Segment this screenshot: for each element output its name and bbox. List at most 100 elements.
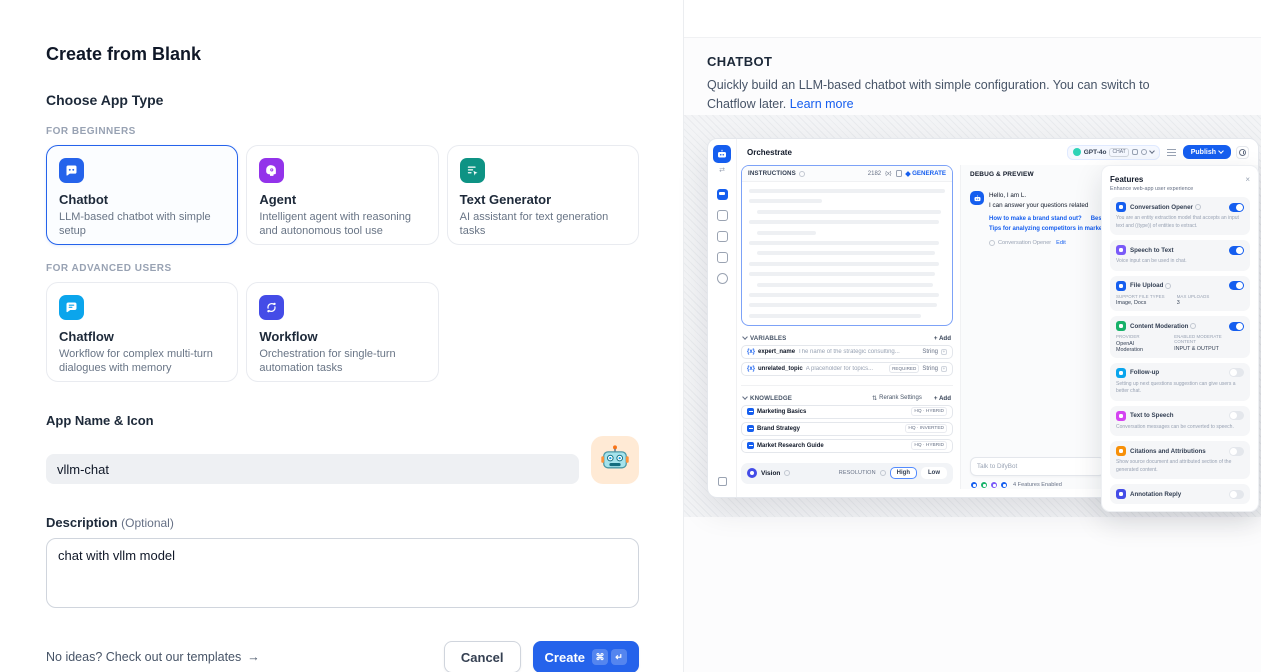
chevron-down-icon [1149,148,1155,154]
annotations-nav-icon [717,252,728,263]
choose-app-type-label: Choose App Type [46,92,639,108]
publish-button: Publish [1183,145,1231,159]
info-icon [799,171,805,177]
right-header-strip [684,0,1261,38]
dataset-icon [747,425,754,432]
preview-sidebar: ⇄ [708,139,737,497]
description-input[interactable]: chat with vllm model [46,538,639,608]
divider [741,385,953,386]
preview-topbar: Orchestrate GPT-4o CHAT Publish [737,139,1258,165]
feature-toggle [1229,246,1244,255]
card-title: Agent [259,192,425,207]
chat-mode-badge: CHAT [1109,148,1128,157]
required-badge: REQUIRED [889,364,919,373]
robot-emoji-icon [600,444,630,477]
copy-icon [896,170,902,177]
speech-feature-icon [990,481,998,489]
knowledge-row: Brand Strategy HQ · INVERTED [741,422,953,436]
knowledge-row: Market Research Guide HQ · HYBRID [741,439,953,453]
card-title: Workflow [259,329,425,344]
arrow-right-icon: → [247,650,260,664]
app-type-card-chatbot[interactable]: Chatbot LLM-based chatbot with simple se… [46,145,238,245]
variable-settings-icon: + [941,366,947,372]
robot-app-icon [713,145,731,163]
rerank-settings-button: ⇅Rerank Settings [872,395,922,402]
expand-icon [718,477,727,486]
text-generator-icon [460,158,485,183]
preview-nav-icon [717,210,728,221]
knowledge-row: Marketing Basics HQ · HYBRID [741,405,953,419]
orchestrate-title: Orchestrate [747,148,792,157]
instructions-label: INSTRUCTIONS [748,170,796,177]
follow-up-icon [1116,368,1126,378]
retrieval-badge: HQ · INVERTED [905,424,947,433]
citations-icon [1116,446,1126,456]
info-icon [1195,204,1201,210]
settings-nav-icon [717,273,728,284]
learn-more-link[interactable]: Learn more [790,97,854,111]
retrieval-badge: HQ · HYBRID [911,407,947,416]
variable-insert-icon: {x} [885,171,891,177]
create-button[interactable]: Create ⌘ ↵ [533,641,639,672]
tune-icon [1167,149,1176,156]
enter-key-icon: ↵ [611,649,627,665]
feature-item: Text to Speech Conversation messages can… [1110,406,1250,437]
variables-section-header: VARIABLES + Add [741,335,953,342]
orchestrate-nav-icon [717,189,728,200]
templates-link[interactable]: No ideas? Check out our templates → [46,650,260,664]
optional-hint: (Optional) [121,516,174,530]
feature-toggle [1229,322,1244,331]
agent-icon [259,158,284,183]
knowledge-section-header: KNOWLEDGE ⇅Rerank Settings + Add [741,395,953,402]
for-beginners-label: FOR BEGINNERS [46,126,639,137]
for-advanced-label: FOR ADVANCED USERS [46,263,639,274]
app-type-card-agent[interactable]: Agent Intelligent agent with reasoning a… [246,145,438,245]
advanced-cards-row: Chatflow Workflow for complex multi-turn… [46,282,639,382]
vision-icon [747,468,757,478]
model-selector: GPT-4o CHAT [1067,145,1160,160]
file-upload-icon [1116,281,1126,291]
suggestion-link: Tips for analyzing competitors in market [989,226,1104,232]
card-title: Chatflow [59,329,225,344]
app-type-card-text-generator[interactable]: Text Generator AI assistant for text gen… [447,145,639,245]
beginner-cards-row: Chatbot LLM-based chatbot with simple se… [46,145,639,245]
gpt4o-model-icon [1073,148,1081,156]
rerank-icon: ⇅ [872,395,877,402]
chatbot-icon [59,158,84,183]
variable-icon: {x} [747,366,755,372]
variable-settings-icon: + [941,349,947,355]
variable-row: {x} expert_name The name of the strategi… [741,345,953,359]
app-name-label: App Name & Icon [46,413,639,428]
card-title: Chatbot [59,192,225,207]
chatbot-preview-image: ⇄ Orchestrate GPT- [684,115,1261,517]
app-type-card-chatflow[interactable]: Chatflow Workflow for complex multi-turn… [46,282,238,382]
feature-item: Follow-up Setting up next questions sugg… [1110,363,1250,401]
token-count: 2182 [868,171,881,177]
features-title: Features [1110,175,1143,184]
card-desc: LLM-based chatbot with simple setup [59,210,225,239]
feature-item: Citations and Attributions Show source d… [1110,441,1250,479]
create-shortcut: ⌘ ↵ [592,649,627,665]
moderation-feature-icon [980,481,988,489]
info-icon [1165,283,1171,289]
chevron-down-icon [742,334,748,340]
suggestion-link: How to make a brand stand out? [989,216,1082,222]
modal-footer: No ideas? Check out our templates → Canc… [46,641,639,672]
card-desc: Workflow for complex multi-turn dialogue… [59,347,225,376]
app-type-info-pane: CHATBOT Quickly build an LLM-based chatb… [683,0,1261,672]
app-type-card-workflow[interactable]: Workflow Orchestration for single-turn a… [246,282,438,382]
chatflow-icon [59,295,84,320]
dataset-icon [747,408,754,415]
app-icon-button[interactable] [591,436,639,484]
conversation-opener-icon [1116,202,1126,212]
close-icon: × [1245,176,1250,184]
speech-to-text-icon [1116,245,1126,255]
create-form-pane: Create from Blank Choose App Type FOR BE… [0,0,683,672]
variable-icon: {x} [747,349,755,355]
chevron-down-icon [742,394,748,400]
cancel-button[interactable]: Cancel [444,641,521,672]
app-name-input[interactable] [46,454,579,484]
add-variable-button: + Add [934,335,951,342]
feature-toggle [1229,490,1244,499]
page-title: Create from Blank [46,44,639,65]
